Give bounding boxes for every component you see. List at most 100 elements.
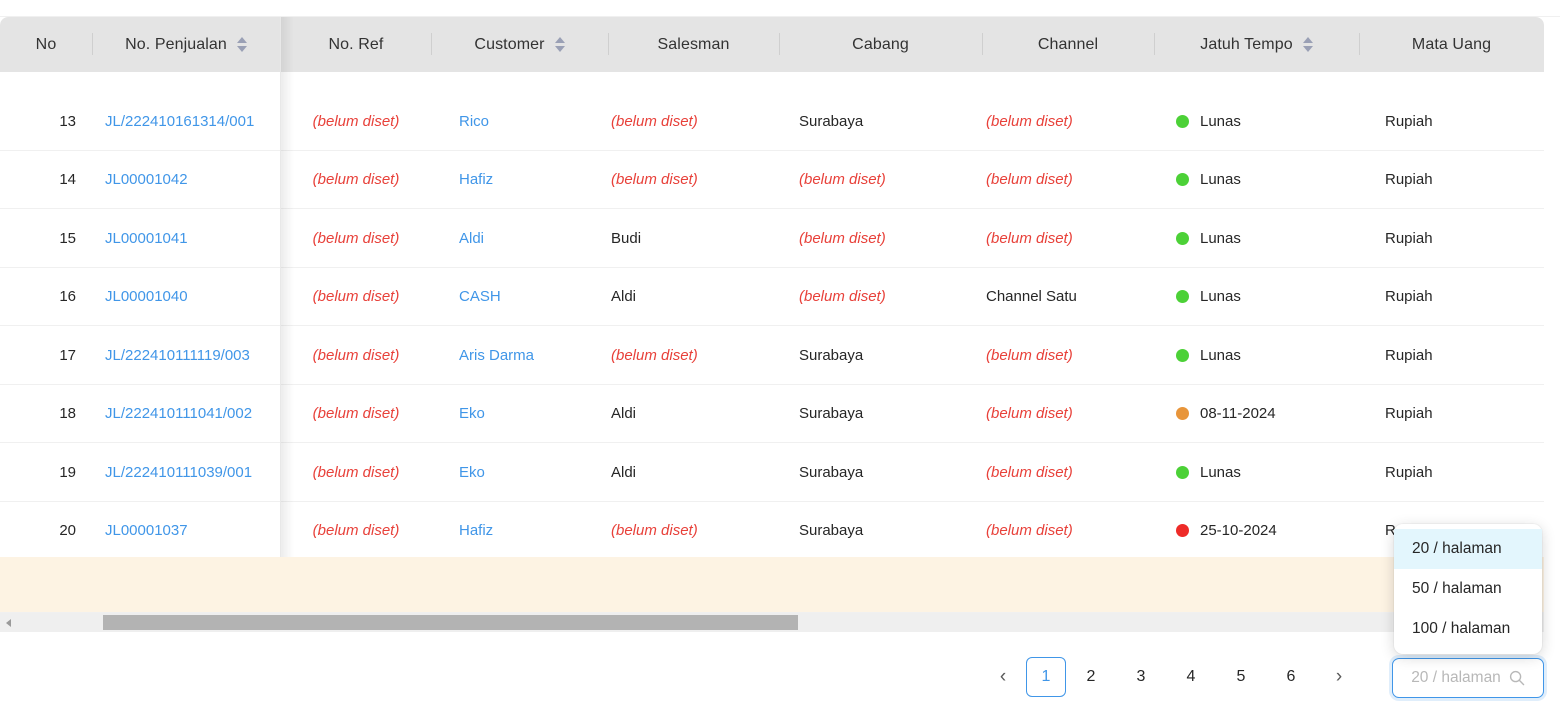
status-badge: Lunas xyxy=(1176,113,1241,130)
table-row[interactable]: 17 JL/222410111119/003 (belum diset) Aris D… xyxy=(0,326,1544,385)
cell-mata-uang: Rupiah xyxy=(1385,346,1433,364)
cell-cabang: (belum diset) xyxy=(799,229,886,247)
table-row[interactable]: 16 JL00001040 (belum diset) CASH Aldi (belum … xyxy=(0,267,1544,327)
table-row[interactable]: 18 JL/222410111041/002 (belum diset) Eko Ald… xyxy=(0,384,1544,444)
pagination-page-4[interactable]: 4 xyxy=(1166,655,1216,699)
cell-customer[interactable]: Rico xyxy=(431,92,608,151)
cell-customer[interactable]: Eko xyxy=(431,385,608,444)
status-label: Lunas xyxy=(1200,229,1241,247)
cell-mata-uang: Rupiah xyxy=(1385,405,1433,423)
cell-no-penjualan[interactable]: JL00001041 xyxy=(92,209,280,268)
cell-mata-uang: Rupiah xyxy=(1385,288,1433,306)
cell-cabang: (belum diset) xyxy=(799,171,886,189)
column-header-no-ref[interactable]: No. Ref xyxy=(281,17,431,72)
cell-no-penjualan[interactable]: JL00001042 xyxy=(92,151,280,210)
column-header-no-penjualan[interactable]: No. Penjualan xyxy=(92,17,280,72)
column-header-mata-uang[interactable]: Mata Uang xyxy=(1359,17,1544,72)
cell-channel: (belum diset) xyxy=(986,522,1073,540)
caret-up-icon xyxy=(236,37,247,43)
pagination-page-3[interactable]: 3 xyxy=(1116,655,1166,699)
page-size-option[interactable]: 20 / halaman xyxy=(1394,529,1542,569)
cell-customer[interactable]: Hafiz xyxy=(431,502,608,558)
sort-icon-no-penjualan[interactable] xyxy=(236,37,247,52)
status-dot-icon xyxy=(1176,231,1189,245)
page-size-select[interactable]: 20 / halaman xyxy=(1392,658,1544,698)
column-header-no[interactable]: No xyxy=(0,17,92,72)
column-header-no-label: No xyxy=(35,35,57,53)
cell-cabang: Surabaya xyxy=(799,346,864,364)
horizontal-scrollbar[interactable] xyxy=(0,612,1544,632)
cell-customer[interactable]: Eko xyxy=(431,443,608,502)
pagination-page-5[interactable]: 5 xyxy=(1216,655,1266,699)
cell-no-penjualan[interactable]: JL00001040 xyxy=(92,268,280,327)
pagination-prev-button[interactable]: ‹ xyxy=(980,655,1026,699)
cell-no: 16 xyxy=(59,288,76,306)
cell-channel: (belum diset) xyxy=(986,346,1073,364)
cell-no-penjualan[interactable]: JL00001037 xyxy=(92,502,280,558)
table-body: 13 JL/222410161314/001 (belum diset) Rico (b… xyxy=(0,72,1544,557)
clipped-previous-row: JL/222410161315/001 (belum diset) Suraba… xyxy=(0,0,1560,17)
cell-channel: (belum diset) xyxy=(986,405,1073,423)
status-dot-icon xyxy=(1176,465,1189,479)
scrollbar-track[interactable] xyxy=(17,613,1544,632)
cell-jatuh-tempo: Lunas xyxy=(1154,92,1359,151)
cell-salesman: Aldi xyxy=(611,288,637,306)
page-size-option[interactable]: 50 / halaman xyxy=(1394,569,1542,609)
cell-mata-uang: Rupiah xyxy=(1385,229,1433,247)
status-label: 25-10-2024 xyxy=(1200,522,1277,540)
cell-no-penjualan[interactable]: JL/222410161314/001 xyxy=(92,92,280,151)
cell-no-penjualan[interactable]: JL/222410111041/002 xyxy=(92,385,280,444)
column-header-salesman[interactable]: Salesman xyxy=(608,17,779,72)
search-icon xyxy=(1509,670,1525,686)
pagination-page-2[interactable]: 2 xyxy=(1066,655,1116,699)
cell-jatuh-tempo: 08-11-2024 xyxy=(1154,385,1359,444)
cell-no: 18 xyxy=(59,405,76,423)
column-header-customer[interactable]: Customer xyxy=(431,17,608,72)
cell-no: 20 xyxy=(59,522,76,540)
column-header-mata-uang-label: Mata Uang xyxy=(1411,35,1492,53)
table-row[interactable]: 20 JL00001037 (belum diset) Hafiz (belum dis… xyxy=(0,501,1544,558)
cell-no: 13 xyxy=(59,112,76,130)
status-badge: 25-10-2024 xyxy=(1176,522,1277,539)
cell-customer[interactable]: Aris Darma xyxy=(431,326,608,385)
caret-down-icon xyxy=(236,46,247,52)
scrollbar-thumb[interactable] xyxy=(103,615,798,630)
table-row[interactable]: 19 JL/222410111039/001 (belum diset) Eko Ald… xyxy=(0,443,1544,502)
column-header-cabang[interactable]: Cabang xyxy=(779,17,982,72)
cell-mata-uang: Rupiah xyxy=(1385,112,1433,130)
table-row[interactable]: 13 JL/222410161314/001 (belum diset) Rico (b… xyxy=(0,92,1544,151)
column-header-customer-label: Customer xyxy=(474,35,545,53)
status-dot-icon xyxy=(1176,290,1189,304)
sort-icon-customer[interactable] xyxy=(554,37,565,52)
status-dot-icon xyxy=(1176,407,1189,421)
status-badge: Lunas xyxy=(1176,464,1241,481)
pagination-next-button[interactable]: › xyxy=(1316,655,1362,699)
column-header-salesman-label: Salesman xyxy=(657,35,730,53)
cell-no-penjualan[interactable]: JL/222410111039/001 xyxy=(92,443,280,502)
table-row[interactable]: 14 JL00001042 (belum diset) Hafiz (belum dis… xyxy=(0,150,1544,210)
cell-no-penjualan[interactable]: JL/222410111119/003 xyxy=(92,326,280,385)
cell-jatuh-tempo: Lunas xyxy=(1154,151,1359,210)
page-size-option[interactable]: 100 / halaman xyxy=(1394,609,1542,649)
cell-customer[interactable]: Aldi xyxy=(431,209,608,268)
status-badge: Lunas xyxy=(1176,288,1241,305)
cell-no-ref: (belum diset) xyxy=(312,463,400,481)
column-header-channel[interactable]: Channel xyxy=(982,17,1154,72)
cell-no: 19 xyxy=(59,463,76,481)
pagination-page-6[interactable]: 6 xyxy=(1266,655,1316,699)
status-dot-icon xyxy=(1176,524,1189,538)
status-label: Lunas xyxy=(1200,112,1241,130)
cell-jatuh-tempo: Lunas xyxy=(1154,326,1359,385)
cell-salesman: (belum diset) xyxy=(611,171,698,189)
column-header-jatuh-tempo[interactable]: Jatuh Tempo xyxy=(1154,17,1359,72)
cell-channel: (belum diset) xyxy=(986,112,1073,130)
table-row[interactable]: 15 JL00001041 (belum diset) Aldi Budi (belum … xyxy=(0,209,1544,268)
sort-icon-jatuh-tempo[interactable] xyxy=(1302,37,1313,52)
pagination-page-1[interactable]: 1 xyxy=(1026,657,1066,697)
cell-customer[interactable]: Hafiz xyxy=(431,151,608,210)
status-label: 08-11-2024 xyxy=(1200,405,1276,423)
cell-customer[interactable]: CASH xyxy=(431,268,608,327)
cell-no-ref: (belum diset) xyxy=(312,522,400,540)
cell-jatuh-tempo: Lunas xyxy=(1154,209,1359,268)
scrollbar-left-arrow-button[interactable] xyxy=(0,613,17,632)
